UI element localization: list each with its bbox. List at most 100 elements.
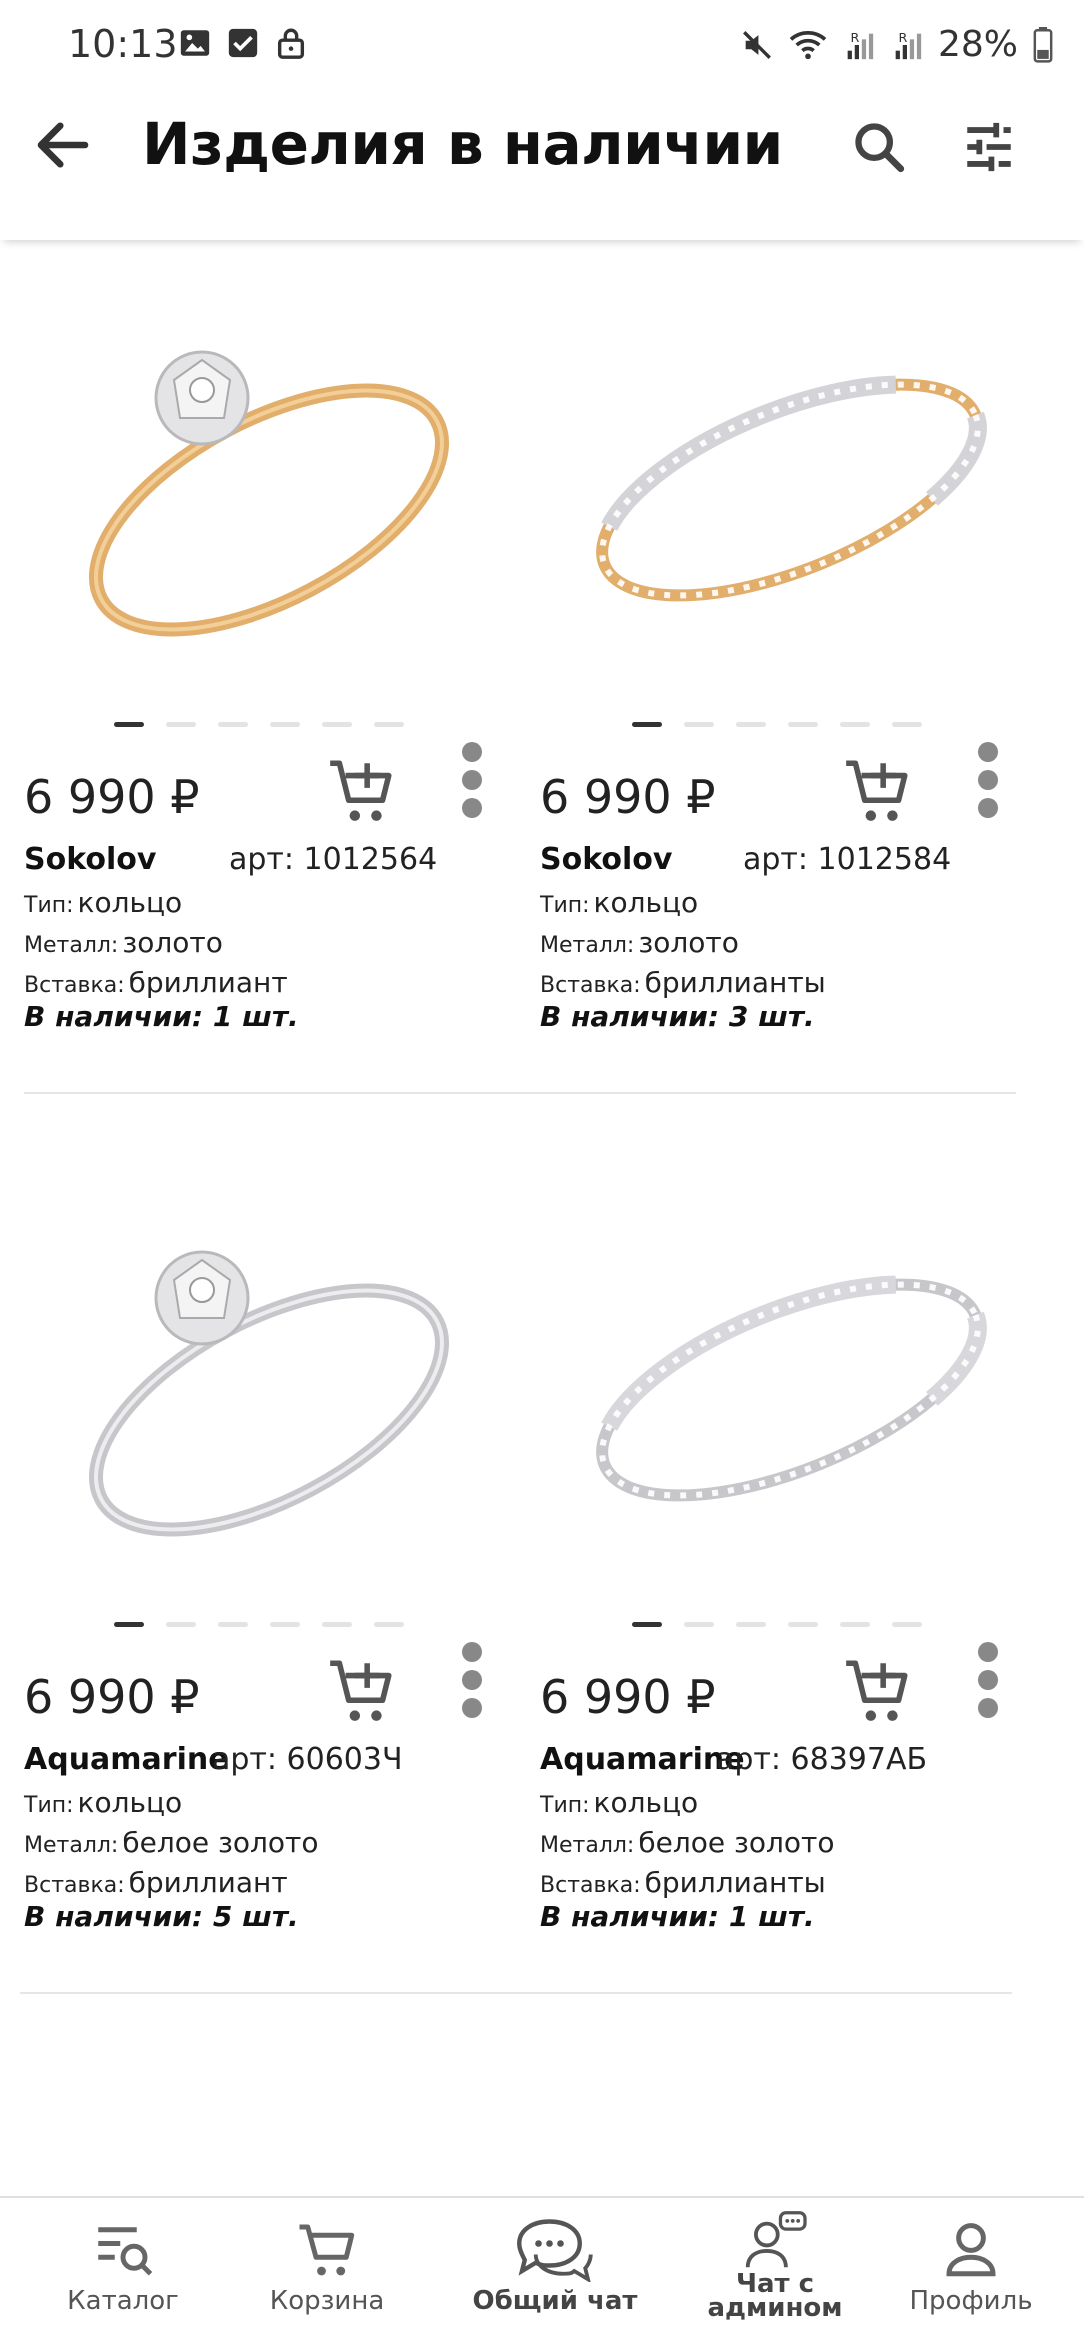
nav-item-profile[interactable]: Профиль [896,2198,1046,2340]
white-gold-solitaire-ring-image[interactable] [24,1170,524,1610]
mute-icon [743,30,771,59]
carousel-dot[interactable] [840,1622,870,1627]
product-article: арт: 1012584 [743,842,952,877]
nav-label-line: админом [707,2293,843,2323]
filter-sliders-icon[interactable] [960,118,1018,176]
nav-item-catalog[interactable]: Каталог [48,2198,198,2340]
carousel-dot[interactable] [892,722,922,727]
carousel-dot[interactable] [114,1622,144,1627]
carousel-dot[interactable] [166,1622,196,1627]
more-options-icon[interactable] [968,740,1008,820]
nav-item-general-chat[interactable]: Общий чат [460,2198,650,2340]
spec-label: Металл: [24,933,119,958]
carousel-dot[interactable] [218,1622,248,1627]
product-metal: Металл: белое золото [24,1826,319,1859]
spec-value: бриллианты [644,966,826,999]
battery-percent: 28% [937,24,1018,65]
product-price: 6 990 ₽ [24,770,200,824]
more-options-icon[interactable] [452,740,492,820]
more-options-icon[interactable] [968,1640,1008,1720]
carousel-dot[interactable] [736,722,766,727]
chat-bubbles-icon [517,2219,593,2282]
spec-label: Металл: [540,1833,635,1858]
product-metal: Металл: золото [24,926,223,959]
carousel-dot[interactable] [270,1622,300,1627]
spec-value: кольцо [77,1786,183,1819]
nav-label: Чат с админом [707,2271,843,2323]
checkbox-icon [228,28,258,58]
spec-label: Вставка: [540,1873,641,1898]
carousel-dot[interactable] [788,722,818,727]
carousel-dot[interactable] [632,722,662,727]
add-to-cart-icon[interactable] [324,754,398,828]
carousel-dot[interactable] [270,722,300,727]
product-article: арт: 60603Ч [212,1742,403,1777]
add-to-cart-icon[interactable] [324,1654,398,1728]
spec-label: Металл: [540,933,635,958]
signal-icon: R [847,31,874,59]
carousel-dot[interactable] [166,722,196,727]
image-carousel-indicator[interactable] [632,1622,922,1627]
product-insert: Вставка: бриллианты [540,1866,826,1899]
carousel-dot[interactable] [684,722,714,727]
back-arrow-icon[interactable] [30,112,96,178]
carousel-dot[interactable] [114,722,144,727]
carousel-dot[interactable] [684,1622,714,1627]
carousel-dot[interactable] [840,722,870,727]
product-type: Тип: кольцо [24,886,182,919]
product-brand: Sokolov [540,842,673,877]
nav-label: Общий чат [472,2286,638,2316]
product-brand: Aquamarine [540,1742,745,1777]
carousel-dot[interactable] [788,1622,818,1627]
carousel-dot[interactable] [218,722,248,727]
product-insert: Вставка: бриллианты [540,966,826,999]
wifi-icon [789,30,827,59]
carousel-dot[interactable] [892,1622,922,1627]
spec-label: Вставка: [24,1873,125,1898]
gold-solitaire-ring-image[interactable] [24,270,524,710]
spec-label: Металл: [24,1833,119,1858]
spec-label: Вставка: [540,973,641,998]
nav-item-admin-chat[interactable]: Чат с админом [700,2198,850,2340]
product-article: арт: 68397АБ [716,1742,928,1777]
spec-label: Вставка: [24,973,125,998]
product-metal: Металл: золото [540,926,739,959]
svg-text:R: R [850,31,859,46]
carousel-dot[interactable] [322,722,352,727]
stock-status: В наличии: 3 шт. [540,1000,815,1033]
product-card[interactable]: 6 990 ₽ Sokolov арт: 1012584 Тип: кольцо … [540,270,1040,1090]
more-options-icon[interactable] [452,1640,492,1720]
spec-value: бриллиант [128,966,288,999]
spec-label: Тип: [540,893,590,918]
carousel-dot[interactable] [632,1622,662,1627]
image-carousel-indicator[interactable] [114,722,404,727]
nav-item-cart[interactable]: Корзина [252,2198,402,2340]
carousel-dot[interactable] [374,1622,404,1627]
profile-icon [946,2223,996,2277]
row-divider [20,1992,1012,1994]
gallery-icon [180,30,210,56]
add-to-cart-icon[interactable] [840,754,914,828]
spec-value: белое золото [638,1826,835,1859]
image-carousel-indicator[interactable] [114,1622,404,1627]
gold-eternity-ring-image[interactable] [540,270,1040,710]
product-card[interactable]: 6 990 ₽ Sokolov арт: 1012564 Тип: кольцо … [24,270,524,1090]
product-card[interactable]: 6 990 ₽ Aquamarine арт: 60603Ч Тип: кольц… [24,1170,524,1990]
carousel-dot[interactable] [322,1622,352,1627]
add-to-cart-icon[interactable] [840,1654,914,1728]
product-type: Тип: кольцо [24,1786,182,1819]
search-icon[interactable] [850,118,908,176]
stock-status: В наличии: 1 шт. [24,1000,299,1033]
spec-value: кольцо [593,886,699,919]
spec-value: белое золото [122,1826,319,1859]
spec-value: кольцо [77,886,183,919]
stock-status: В наличии: 5 шт. [24,1900,299,1933]
svg-text:R: R [898,31,907,46]
white-gold-eternity-ring-image[interactable] [540,1170,1040,1610]
carousel-dot[interactable] [374,722,404,727]
image-carousel-indicator[interactable] [632,722,922,727]
product-price: 6 990 ₽ [24,1670,200,1724]
spec-value: бриллиант [128,1866,288,1899]
carousel-dot[interactable] [736,1622,766,1627]
product-card[interactable]: 6 990 ₽ Aquamarine арт: 68397АБ Тип: коль… [540,1170,1040,1990]
